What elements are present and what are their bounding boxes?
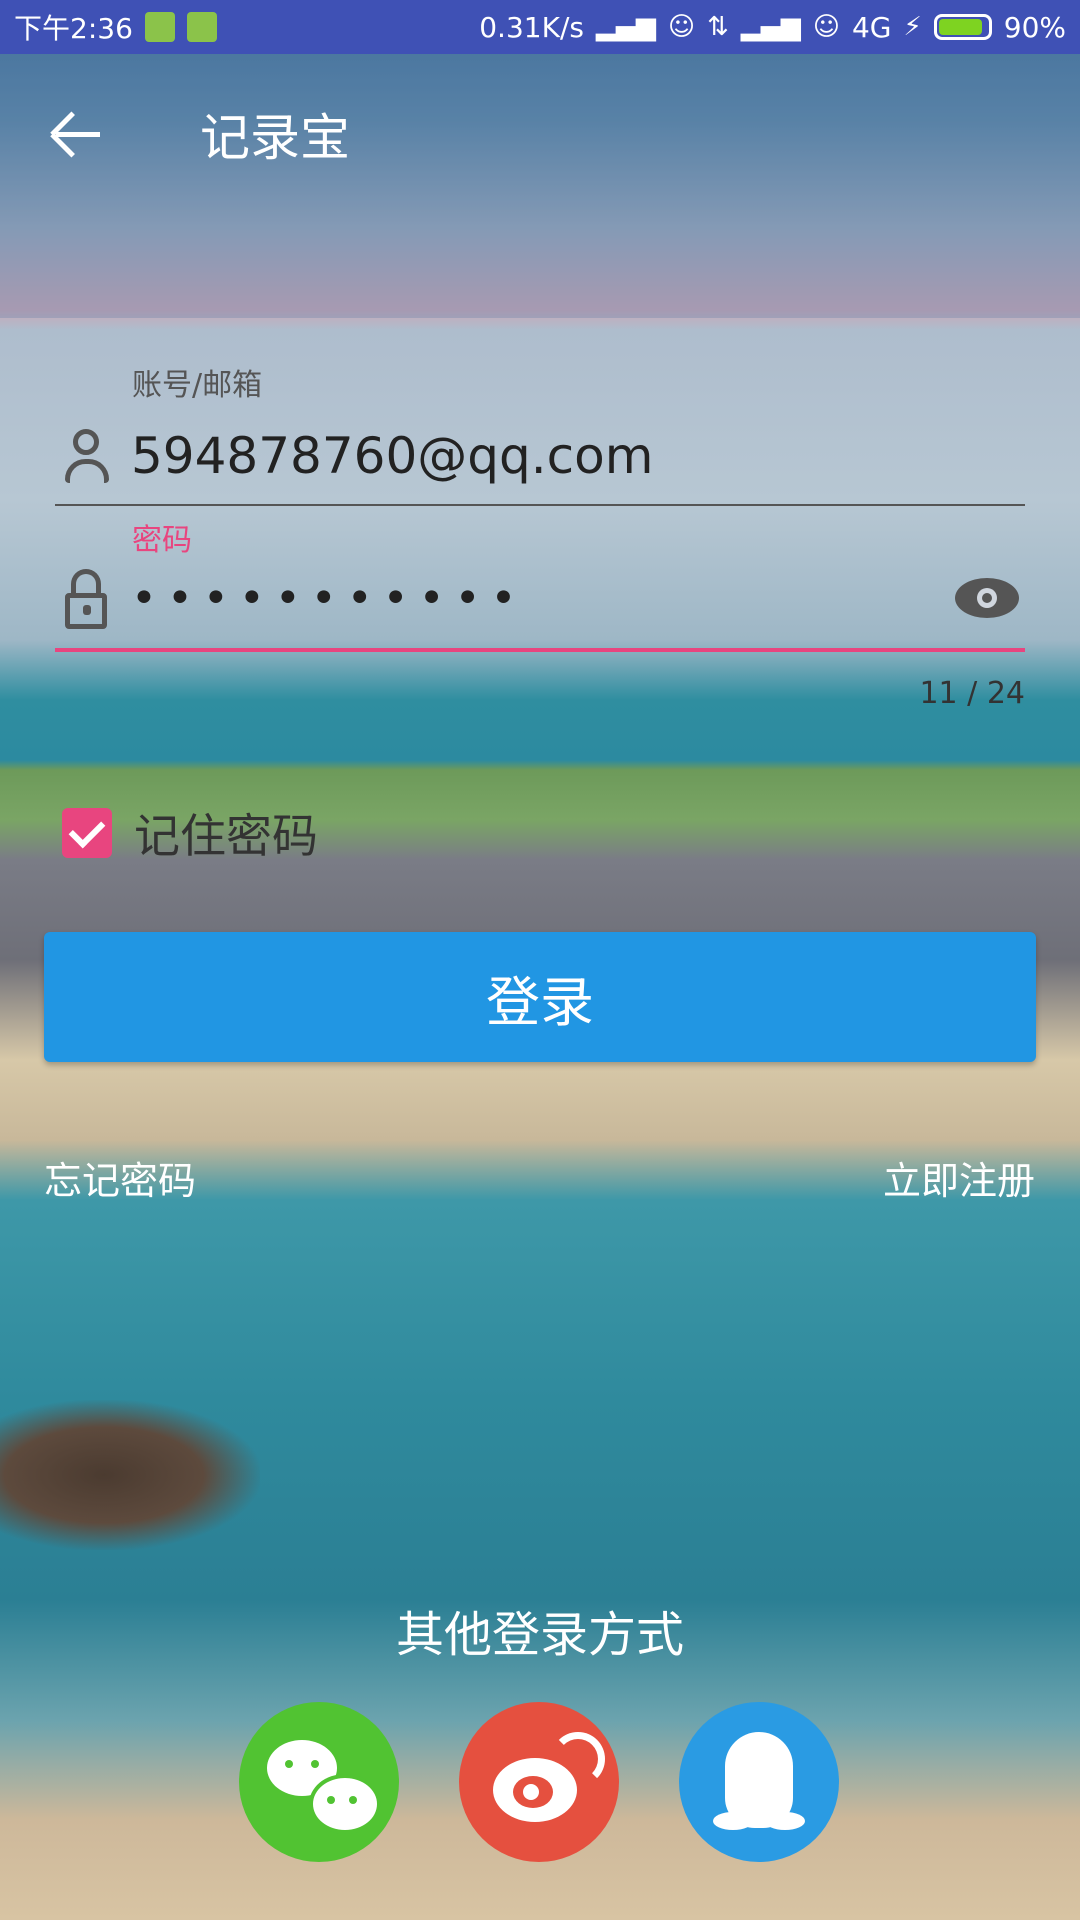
eye-icon[interactable] — [955, 578, 1019, 618]
person-icon — [55, 423, 121, 489]
weibo-icon[interactable] — [459, 1702, 619, 1862]
battery-saver-icon — [144, 12, 175, 42]
remember-checkbox[interactable] — [62, 808, 112, 858]
net-speed: 0.31K/s — [479, 10, 584, 44]
login-button[interactable]: 登录 — [44, 932, 1036, 1062]
status-time: 下午2:36 — [14, 12, 133, 45]
password-field[interactable]: ••••••••••• — [55, 548, 1025, 652]
android-icon — [186, 12, 217, 42]
other-login-title: 其他登录方式 — [395, 1607, 684, 1663]
emoji-icon: ☺ — [812, 12, 840, 42]
data-transfer-icon: ⇅ — [707, 12, 729, 42]
lock-icon — [55, 565, 121, 631]
password-counter: 11 / 24 — [919, 676, 1025, 711]
qq-icon[interactable] — [679, 1702, 839, 1862]
status-bar: 下午2:36 0.31K/s ▂▄▆ ☺ ⇅ ▂▄▆ ☺ 4G ⚡ 90% — [0, 0, 1080, 54]
battery-percent: 90% — [1003, 10, 1066, 44]
emoji-icon: ☺ — [667, 12, 696, 42]
account-label: 账号/邮箱 — [132, 368, 263, 403]
register-link[interactable]: 立即注册 — [883, 1150, 1035, 1205]
signal-icon: ▂▄▆ — [740, 12, 801, 42]
wechat-icon[interactable] — [239, 1702, 399, 1862]
account-field[interactable]: 594878760@qq.com — [55, 408, 1025, 506]
remember-label: 记住密码 — [134, 809, 318, 863]
network-type: 4G — [851, 10, 892, 44]
remember-password[interactable]: 记住密码 — [62, 800, 318, 866]
account-value[interactable]: 594878760@qq.com — [131, 427, 1025, 485]
arrow-left-icon[interactable] — [28, 86, 124, 182]
battery-icon — [933, 14, 992, 40]
charging-icon: ⚡ — [903, 12, 922, 42]
password-value[interactable]: ••••••••••• — [131, 573, 955, 624]
forgot-password-link[interactable]: 忘记密码 — [44, 1150, 196, 1205]
app-bar: 记录宝 — [0, 54, 1080, 214]
signal-icon: ▂▄▆ — [595, 12, 656, 42]
app-title: 记录宝 — [200, 109, 350, 167]
